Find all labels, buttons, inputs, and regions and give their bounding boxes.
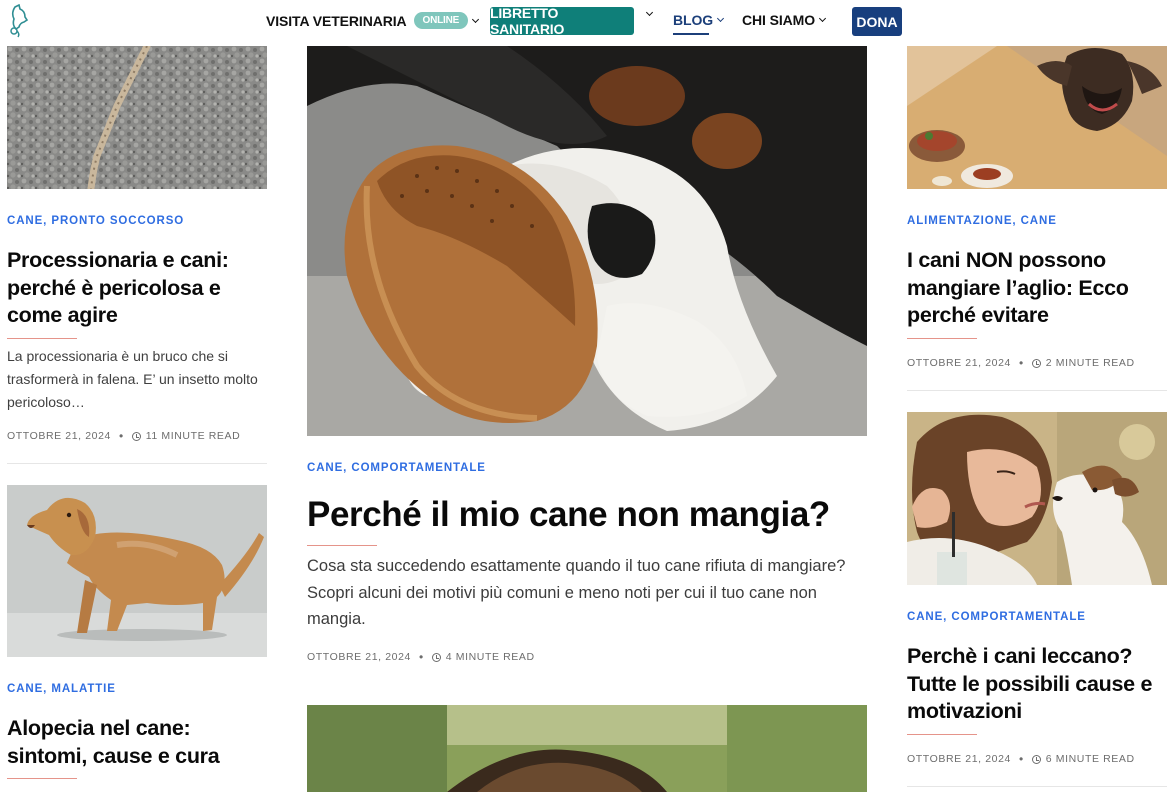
next-article-image[interactable] bbox=[307, 705, 867, 792]
article-excerpt: La processionaria è un bruco che si tras… bbox=[7, 348, 258, 410]
chevron-down-icon bbox=[818, 14, 827, 23]
aglio-image[interactable] bbox=[907, 46, 1167, 189]
article-title[interactable]: Processionaria e cani: perché è pericolo… bbox=[7, 247, 269, 330]
read-time: 11 MINUTE READ bbox=[145, 430, 241, 442]
title-underline bbox=[907, 734, 977, 735]
title-underline bbox=[7, 338, 77, 339]
clock-icon bbox=[1031, 358, 1041, 368]
article-title[interactable]: Perchè i cani leccano? Tutte le possibil… bbox=[907, 643, 1167, 726]
category-links[interactable]: CANE, MALATTIE bbox=[7, 683, 116, 695]
article-meta: OTTOBRE 21, 2024 • 6 MINUTE READ bbox=[907, 752, 1135, 766]
article-meta: OTTOBRE 21, 2024 • 4 MINUTE READ bbox=[307, 650, 535, 664]
article-meta: OTTOBRE 21, 2024 • 2 MINUTE READ bbox=[907, 356, 1135, 370]
online-badge: ONLINE bbox=[413, 12, 469, 29]
nav-visita-label: VISITA VETERINARIA bbox=[266, 12, 407, 29]
nav-chi-siamo[interactable]: CHI SIAMO bbox=[742, 12, 827, 28]
read-time: 4 MINUTE READ bbox=[445, 651, 535, 663]
chevron-down-icon bbox=[645, 8, 654, 17]
read-time: 6 MINUTE READ bbox=[1045, 753, 1135, 765]
title-underline bbox=[907, 338, 977, 339]
site-header: VISITA VETERINARIA ONLINE LIBRETTO SANIT… bbox=[0, 0, 1168, 44]
processionaria-image[interactable] bbox=[7, 46, 267, 189]
nav-blog-label: BLOG bbox=[673, 12, 714, 28]
chevron-down-icon bbox=[717, 14, 725, 23]
category-links[interactable]: CANE, COMPORTAMENTALE bbox=[907, 611, 1086, 623]
meta-separator: • bbox=[1018, 356, 1024, 370]
dona-button[interactable]: DONA bbox=[852, 7, 902, 36]
nav-visita-veterinaria[interactable]: VISITA VETERINARIA ONLINE bbox=[266, 12, 480, 29]
active-nav-underline bbox=[673, 33, 709, 35]
title-underline bbox=[7, 778, 77, 779]
chevron-down-icon bbox=[472, 15, 480, 23]
category-links[interactable]: CANE, COMPORTAMENTALE bbox=[307, 462, 486, 474]
article-date: OTTOBRE 21, 2024 bbox=[307, 651, 411, 663]
article-title[interactable]: Perché il mio cane non mangia? bbox=[307, 495, 830, 535]
dog-bread-image[interactable] bbox=[307, 46, 867, 436]
dog-licking-image[interactable] bbox=[907, 412, 1167, 585]
nav-chi-siamo-label: CHI SIAMO bbox=[742, 12, 815, 28]
alopecia-image[interactable] bbox=[7, 485, 267, 657]
title-underline bbox=[307, 545, 377, 546]
meta-separator: • bbox=[418, 650, 424, 664]
article-meta: OTTOBRE 21, 2024 • 11 MINUTE READ bbox=[7, 429, 240, 443]
clock-icon bbox=[431, 652, 441, 662]
meta-separator: • bbox=[1018, 752, 1024, 766]
nav-blog[interactable]: BLOG bbox=[673, 12, 725, 28]
clock-icon bbox=[1031, 754, 1041, 764]
article-date: OTTOBRE 21, 2024 bbox=[907, 357, 1011, 369]
article-excerpt: Cosa sta succedendo esattamente quando i… bbox=[307, 557, 846, 628]
article-date: OTTOBRE 21, 2024 bbox=[907, 753, 1011, 765]
category-links[interactable]: ALIMENTAZIONE, CANE bbox=[907, 215, 1057, 227]
divider bbox=[907, 786, 1167, 787]
divider bbox=[907, 390, 1167, 391]
category-links[interactable]: CANE, PRONTO SOCCORSO bbox=[7, 215, 184, 227]
site-logo-icon[interactable] bbox=[6, 3, 30, 38]
article-title[interactable]: I cani NON possono mangiare l’aglio: Ecc… bbox=[907, 247, 1167, 330]
libretto-sanitario-button[interactable]: LIBRETTO SANITARIO bbox=[490, 5, 634, 37]
meta-separator: • bbox=[118, 429, 124, 443]
libretto-dropdown-toggle[interactable] bbox=[642, 8, 654, 17]
divider bbox=[7, 463, 267, 464]
read-time: 2 MINUTE READ bbox=[1045, 357, 1135, 369]
article-date: OTTOBRE 21, 2024 bbox=[7, 430, 111, 442]
article-title[interactable]: Alopecia nel cane: sintomi, cause e cura bbox=[7, 715, 269, 770]
clock-icon bbox=[131, 431, 141, 441]
